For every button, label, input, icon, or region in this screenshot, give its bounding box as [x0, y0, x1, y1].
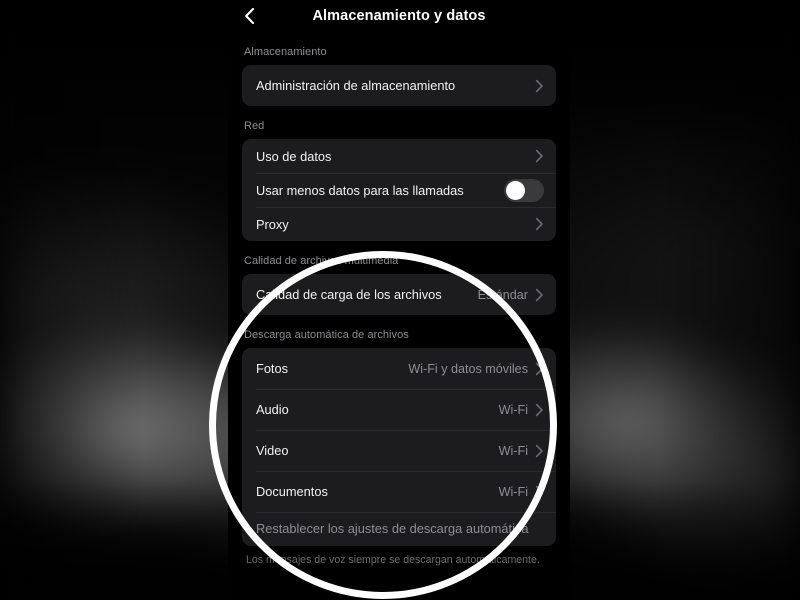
screenshot-stage: Almacenamiento y datos Almacenamiento Ad… — [0, 0, 800, 600]
row-label: Usar menos datos para las llamadas — [256, 182, 464, 198]
chevron-right-icon — [535, 444, 544, 458]
section-header-almacenamiento: Almacenamiento — [244, 46, 327, 58]
toggle-knob — [506, 180, 525, 200]
row-label: Audio — [256, 402, 289, 417]
row-value: Estándar — [477, 287, 528, 302]
chevron-right-icon — [535, 79, 544, 93]
row-label: Proxy — [256, 216, 289, 232]
row-video[interactable]: Video Wi-Fi — [242, 430, 556, 471]
row-label: Fotos — [256, 361, 289, 376]
row-value: Wi-Fi — [498, 402, 528, 417]
footnote-descarga-automatica: Los mensajes de voz siempre se descargan… — [246, 554, 540, 566]
chevron-right-icon — [535, 362, 544, 376]
section-header-red: Red — [244, 120, 265, 132]
row-uso-de-datos[interactable]: Uso de datos — [242, 139, 556, 173]
section-card-red: Uso de datos Usar menos datos para las l… — [242, 139, 556, 241]
section-card-calidad-multimedia: Calidad de carga de los archivos Estánda… — [242, 274, 556, 315]
row-calidad-de-carga-de-los-archivos[interactable]: Calidad de carga de los archivos Estánda… — [242, 274, 556, 315]
chevron-left-icon — [244, 7, 255, 25]
page-title: Almacenamiento y datos — [312, 8, 486, 24]
row-restablecer-descarga-automatica[interactable]: Restablecer los ajustes de descarga auto… — [242, 512, 556, 546]
chevron-right-icon — [535, 403, 544, 417]
row-usar-menos-datos-para-las-llamadas[interactable]: Usar menos datos para las llamadas — [242, 173, 556, 207]
chevron-right-icon — [535, 288, 544, 302]
row-label: Restablecer los ajustes de descarga auto… — [256, 520, 529, 536]
row-fotos[interactable]: Fotos Wi-Fi y datos móviles — [242, 348, 556, 389]
section-header-calidad-multimedia: Calidad de archivos multimedia — [244, 255, 399, 267]
settings-scroll-area[interactable]: Almacenamiento Administración de almacen… — [228, 32, 570, 568]
row-audio[interactable]: Audio Wi-Fi — [242, 389, 556, 430]
chevron-right-icon — [535, 217, 544, 231]
row-value: Wi-Fi y datos móviles — [408, 361, 528, 376]
row-label: Documentos — [256, 484, 328, 499]
section-card-descarga-automatica: Fotos Wi-Fi y datos móviles Audio Wi-Fi — [242, 348, 556, 546]
row-proxy[interactable]: Proxy — [242, 207, 556, 241]
row-label: Calidad de carga de los archivos — [256, 287, 442, 302]
row-label: Administración de almacenamiento — [256, 78, 456, 93]
row-documentos[interactable]: Documentos Wi-Fi — [242, 471, 556, 512]
section-card-almacenamiento: Administración de almacenamiento — [242, 65, 556, 106]
chevron-right-icon — [535, 485, 544, 499]
chevron-right-icon — [535, 149, 544, 163]
row-value: Wi-Fi — [498, 443, 528, 458]
row-value: Wi-Fi — [498, 484, 528, 499]
section-header-descarga-automatica: Descarga automática de archivos — [244, 329, 409, 341]
row-label: Uso de datos — [256, 148, 332, 164]
row-label: Video — [256, 443, 289, 458]
phone-screen: Almacenamiento y datos Almacenamiento Ad… — [228, 0, 570, 600]
toggle-usar-menos-datos[interactable] — [504, 178, 544, 202]
row-administracion-de-almacenamiento[interactable]: Administración de almacenamiento — [242, 65, 556, 106]
navigation-bar: Almacenamiento y datos — [228, 0, 570, 32]
back-button[interactable] — [232, 0, 266, 32]
